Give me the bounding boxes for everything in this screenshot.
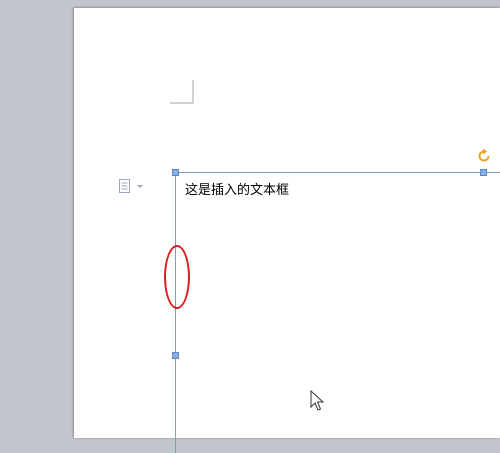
text-box[interactable] <box>175 172 500 453</box>
page-margin-corner-mark <box>170 80 194 104</box>
resize-handle-top-left[interactable] <box>172 169 179 176</box>
paragraph-options-icon[interactable] <box>118 179 146 195</box>
text-box-content[interactable]: 这是插入的文本框 <box>185 179 289 198</box>
resize-handle-top[interactable] <box>480 169 487 176</box>
mouse-pointer-icon <box>310 390 325 411</box>
rotate-handle-icon[interactable] <box>476 148 492 164</box>
highlight-annotation <box>164 245 190 309</box>
resize-handle-left[interactable] <box>172 352 179 359</box>
